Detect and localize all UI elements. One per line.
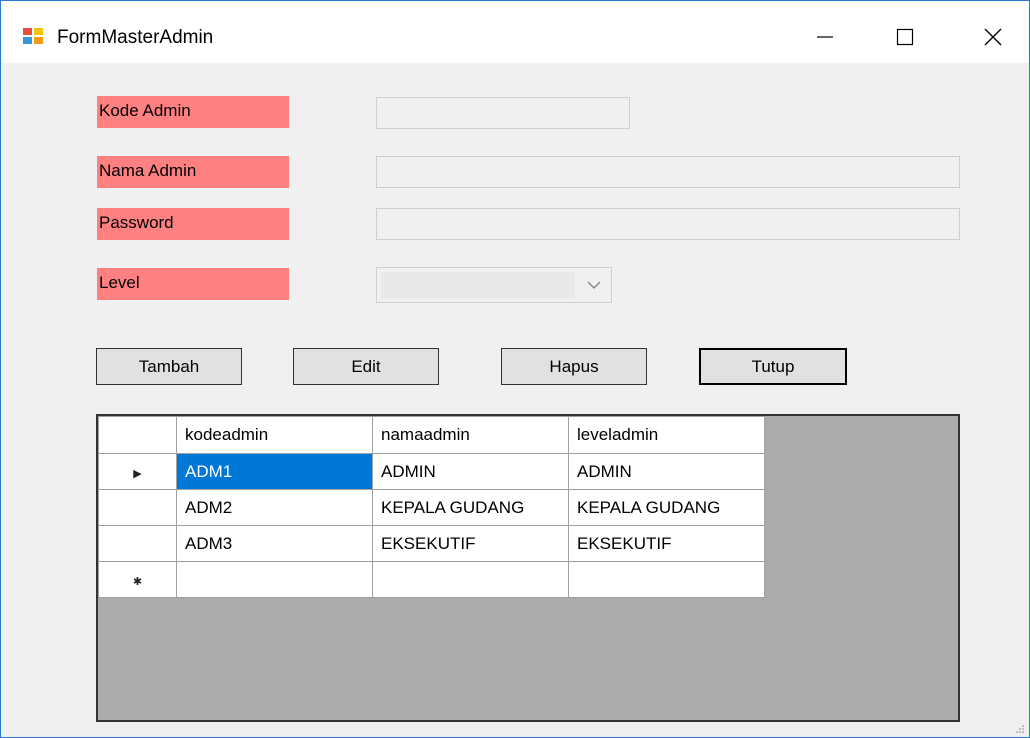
table-row[interactable]: ADM2 KEPALA GUDANG KEPALA GUDANG	[98, 489, 765, 526]
chevron-down-icon[interactable]	[587, 280, 601, 290]
table-cell[interactable]: EKSEKUTIF	[568, 525, 765, 562]
column-header-kodeadmin[interactable]: kodeadmin	[176, 416, 373, 454]
table-cell[interactable]: ADM1	[176, 453, 373, 490]
table-cell[interactable]	[568, 561, 765, 598]
hapus-button[interactable]: Hapus	[501, 348, 647, 385]
level-combobox[interactable]	[376, 267, 612, 303]
close-button[interactable]	[961, 13, 1025, 61]
title-bar[interactable]: FormMasterAdmin	[1, 1, 1029, 63]
table-cell[interactable]: ADMIN	[568, 453, 765, 490]
row-header[interactable]: ▶	[98, 453, 177, 490]
new-row-icon: ✱	[132, 575, 143, 588]
password-input[interactable]	[376, 208, 960, 240]
header-row: kodeadmin namaadmin leveladmin	[98, 416, 765, 454]
table-cell[interactable]: ADM3	[176, 525, 373, 562]
form-app-icon	[23, 28, 43, 44]
table-cell[interactable]: KEPALA GUDANG	[568, 489, 765, 526]
close-icon	[984, 28, 1002, 46]
maximize-icon	[896, 28, 914, 46]
table-row[interactable]: ▶ ADM1 ADMIN ADMIN	[98, 453, 765, 490]
minimize-icon	[817, 36, 833, 38]
nama-admin-label: Nama Admin	[97, 156, 289, 188]
minimize-button[interactable]	[793, 13, 857, 61]
nama-admin-input[interactable]	[376, 156, 960, 188]
kode-admin-label: Kode Admin	[97, 96, 289, 128]
maximize-button[interactable]	[873, 13, 937, 61]
current-row-icon: ▶	[133, 467, 142, 480]
tambah-button[interactable]: Tambah	[96, 348, 242, 385]
kode-admin-input[interactable]	[376, 97, 630, 129]
admin-data-grid[interactable]: kodeadmin namaadmin leveladmin ▶ ADM1 AD…	[96, 414, 960, 722]
table-cell[interactable]	[176, 561, 373, 598]
level-combobox-value	[381, 272, 575, 298]
new-row[interactable]: ✱	[98, 561, 765, 598]
password-label: Password	[97, 208, 289, 240]
level-label: Level	[97, 268, 289, 300]
row-header[interactable]	[98, 489, 177, 526]
table-cell[interactable]: ADMIN	[372, 453, 569, 490]
tutup-button[interactable]: Tutup	[699, 348, 847, 385]
table-row[interactable]: ADM3 EKSEKUTIF EKSEKUTIF	[98, 525, 765, 562]
table-cell[interactable]: ADM2	[176, 489, 373, 526]
row-header[interactable]	[98, 525, 177, 562]
table-cell[interactable]: KEPALA GUDANG	[372, 489, 569, 526]
top-left-header-cell[interactable]	[98, 416, 177, 454]
column-header-leveladmin[interactable]: leveladmin	[568, 416, 765, 454]
edit-button[interactable]: Edit	[293, 348, 439, 385]
table-cell[interactable]	[372, 561, 569, 598]
admin-table: kodeadmin namaadmin leveladmin ▶ ADM1 AD…	[98, 416, 765, 598]
resize-grip-icon[interactable]	[1015, 723, 1025, 733]
form-master-admin-window: FormMasterAdmin Kode Admin Nama Admin Pa…	[0, 0, 1030, 738]
table-cell[interactable]: EKSEKUTIF	[372, 525, 569, 562]
row-header[interactable]: ✱	[98, 561, 177, 598]
window-title: FormMasterAdmin	[57, 27, 214, 48]
column-header-namaadmin[interactable]: namaadmin	[372, 416, 569, 454]
